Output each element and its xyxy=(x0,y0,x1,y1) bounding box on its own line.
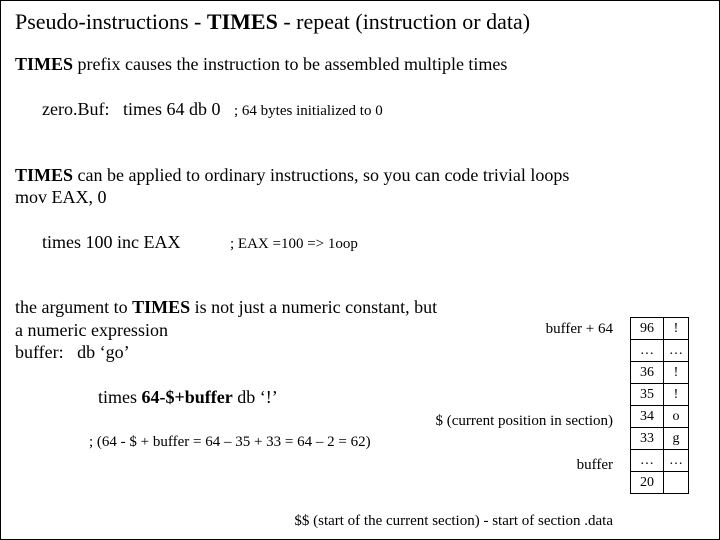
p3-code-2b: 64-$+buffer xyxy=(142,387,233,407)
p3-text-a: the argument to xyxy=(15,297,132,317)
mem-addr: … xyxy=(631,450,664,472)
p2-comment: ; EAX =100 => 1oop xyxy=(230,236,358,252)
p3-keyword: TIMES xyxy=(132,297,190,317)
p1-comment: ; 64 bytes initialized to 0 xyxy=(234,103,383,119)
mem-val: … xyxy=(664,450,689,472)
p3-text-c: is not just a numeric constant, but xyxy=(190,297,437,317)
mem-val: ! xyxy=(664,318,689,340)
title-lead: Pseudo-instructions - xyxy=(15,9,207,34)
label-double-dollar: $$ (start of the current section) - star… xyxy=(173,513,613,530)
mem-addr: 33 xyxy=(631,428,664,450)
p1-keyword: TIMES xyxy=(15,54,73,74)
p2-code-2: times 100 inc EAX xyxy=(42,232,230,252)
mem-val: ! xyxy=(664,362,689,384)
title-tail: - repeat (instruction or data) xyxy=(278,9,530,34)
paragraph-2: TIMES can be applied to ordinary instruc… xyxy=(15,164,705,277)
mem-row: 96! xyxy=(631,318,689,340)
p3-code-2a: times xyxy=(98,387,142,407)
mem-val: … xyxy=(664,340,689,362)
mem-val: ! xyxy=(664,384,689,406)
label-dollar: $ (current position in section) xyxy=(353,413,613,430)
mem-val xyxy=(664,472,689,494)
paragraph-1: TIMES prefix causes the instruction to b… xyxy=(15,53,705,143)
mem-addr: 96 xyxy=(631,318,664,340)
mem-row: 34o xyxy=(631,406,689,428)
mem-row: 33g xyxy=(631,428,689,450)
mem-val: g xyxy=(664,428,689,450)
mem-addr: … xyxy=(631,340,664,362)
p3-math: ; (64 - $ + buffer = 64 – 35 + 33 = 64 –… xyxy=(15,433,705,452)
p2-text: can be applied to ordinary instructions,… xyxy=(73,165,569,185)
mem-addr: 36 xyxy=(631,362,664,384)
p3-code-2c: db ‘!’ xyxy=(233,387,278,407)
mem-row: 36! xyxy=(631,362,689,384)
mem-addr: 20 xyxy=(631,472,664,494)
p3-code-1: buffer: db ‘go’ xyxy=(15,341,705,364)
mem-row: …… xyxy=(631,340,689,362)
p2-code-1: mov EAX, 0 xyxy=(15,186,705,209)
p1-code: zero.Buf: times 64 db 0 xyxy=(42,99,234,119)
p1-text: prefix causes the instruction to be asse… xyxy=(73,54,507,74)
mem-val: o xyxy=(664,406,689,428)
p2-keyword: TIMES xyxy=(15,165,73,185)
mem-addr: 35 xyxy=(631,384,664,406)
slide-frame: Pseudo-instructions - TIMES - repeat (in… xyxy=(0,0,720,540)
mem-row: 20 xyxy=(631,472,689,494)
mem-row: 35! xyxy=(631,384,689,406)
slide-title: Pseudo-instructions - TIMES - repeat (in… xyxy=(15,9,705,35)
memory-diagram: 96! …… 36! 35! 34o 33g …… 20 xyxy=(630,317,689,494)
label-buffer-plus-64: buffer + 64 xyxy=(483,321,613,338)
label-buffer: buffer xyxy=(493,457,613,474)
title-keyword: TIMES xyxy=(207,9,278,34)
mem-row: …… xyxy=(631,450,689,472)
mem-addr: 34 xyxy=(631,406,664,428)
